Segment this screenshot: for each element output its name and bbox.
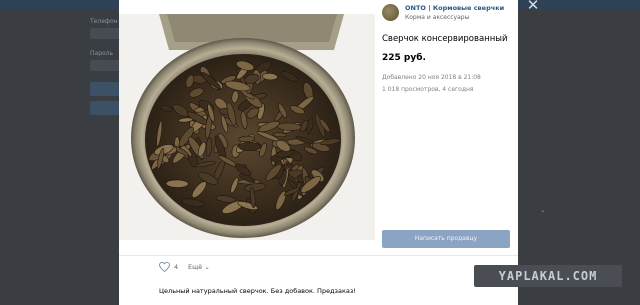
- like-count: 4: [174, 263, 179, 271]
- background-register-button: [90, 101, 120, 115]
- product-price: 225 руб.: [382, 53, 426, 63]
- background-chevron-icon: ⌄: [540, 206, 546, 214]
- shop-category: Корма и аксессуары: [405, 14, 470, 21]
- chevron-down-icon: ⌄: [204, 263, 210, 271]
- product-view-count: 1 018 просмотров, 4 сегодня: [382, 86, 474, 93]
- heart-icon: [159, 262, 170, 272]
- product-description: Цельный натуральный сверчок. Без добавок…: [159, 287, 356, 295]
- product-added-date: Добавлено 20 ноя 2018 в 21:08: [382, 74, 481, 81]
- site-watermark: YAPLAKAL.COM: [474, 265, 622, 287]
- close-button[interactable]: ✕: [524, 0, 542, 13]
- product-modal: ONTO | Кормовые сверчки Корма и аксессуа…: [119, 0, 518, 305]
- divider: [119, 255, 518, 256]
- more-label: Ещё: [188, 263, 203, 271]
- product-photo[interactable]: [119, 14, 375, 240]
- shop-name-link[interactable]: ONTO | Кормовые сверчки: [405, 4, 504, 12]
- shop-avatar[interactable]: [382, 4, 399, 21]
- like-button[interactable]: 4: [159, 262, 178, 272]
- background-phone-field: [90, 28, 120, 39]
- watermark-text: YAPLAKAL.COM: [498, 269, 598, 283]
- write-to-seller-button[interactable]: Написать продавцу: [382, 230, 510, 248]
- more-actions-button[interactable]: Ещё ⌄: [188, 263, 210, 271]
- background-password-label: Пароль: [90, 50, 114, 57]
- background-login-button: [90, 82, 120, 96]
- background-phone-label: Телефон: [90, 18, 118, 25]
- product-title: Сверчок консервированный: [382, 34, 508, 44]
- background-password-field: [90, 60, 120, 71]
